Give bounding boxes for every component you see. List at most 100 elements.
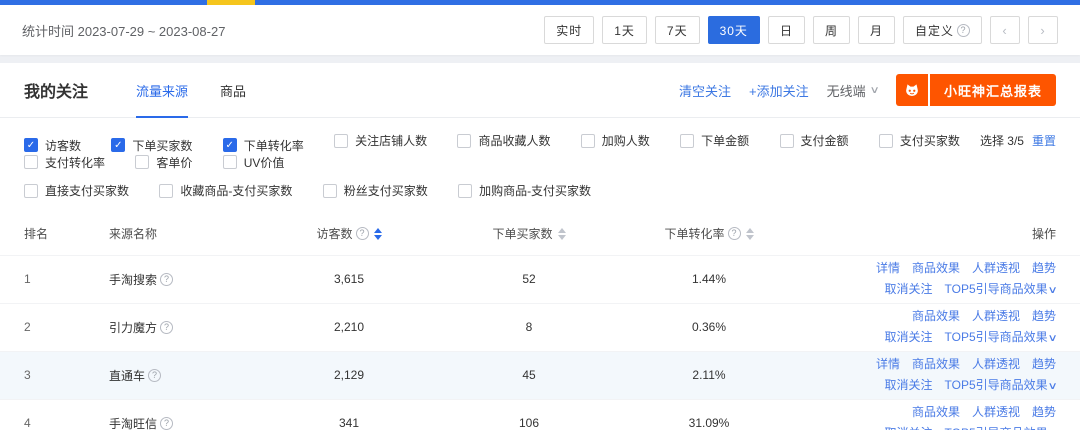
sort-icon-conversion[interactable] (746, 228, 754, 240)
period-month-button[interactable]: 月 (858, 16, 895, 44)
table-row: 1 手淘搜索? 3,615 52 1.44% 详情商品效果人群透视趋势 取消关注… (0, 255, 1080, 303)
sort-icon-buyers[interactable] (558, 228, 566, 240)
sort-icon-visitors[interactable] (374, 228, 382, 240)
checkbox-icon (24, 184, 38, 198)
metric-checkbox-shop-followers[interactable]: 关注店铺人数 (334, 132, 427, 149)
col-header-visitors[interactable]: 访客数? (259, 225, 439, 242)
product-effect-link[interactable]: 商品效果 (912, 261, 960, 275)
chevron-down-icon: ∨ (869, 85, 879, 96)
trend-link[interactable]: 趋势 (1032, 405, 1056, 419)
unfollow-link[interactable]: 取消关注 (885, 282, 933, 296)
period-realtime-button[interactable]: 实时 (544, 16, 594, 44)
audience-insight-link[interactable]: 人群透视 (972, 309, 1020, 323)
source-cell: 直通车? (109, 367, 259, 384)
top-strip-indicator (207, 0, 255, 5)
checkbox-icon (780, 134, 794, 148)
period-30day-button[interactable]: 30天 (708, 16, 760, 44)
table-row: 2 引力魔方? 2,210 8 0.36% 商品效果人群透视趋势 取消关注TOP… (0, 303, 1080, 351)
tab-products[interactable]: 商品 (220, 63, 246, 118)
checkbox-icon (334, 134, 348, 148)
actions-cell: 详情商品效果人群透视趋势 取消关注 TOP5引导商品效果∨ (799, 258, 1056, 301)
metric-checkbox-order-buyers[interactable]: ✓下单买家数 (111, 137, 192, 154)
terminal-label: 无线端 (827, 81, 866, 100)
metric-checkbox-visitors[interactable]: ✓访客数 (24, 137, 81, 154)
trend-link[interactable]: 趋势 (1032, 357, 1056, 371)
checkbox-icon (135, 155, 149, 169)
visitors-cell: 2,210 (259, 320, 439, 334)
metric-checkbox-direct-pay-buyers[interactable]: 直接支付买家数 (24, 182, 129, 199)
col-header-source: 来源名称 (109, 225, 259, 242)
product-effect-link[interactable]: 商品效果 (912, 405, 960, 419)
add-focus-link[interactable]: +添加关注 (749, 81, 809, 100)
prev-period-button[interactable]: ‹ (990, 16, 1020, 44)
period-custom-label: 自定义 (915, 22, 954, 39)
col-header-conversion[interactable]: 下单转化率? (619, 225, 799, 242)
visitors-cell: 2,129 (259, 368, 439, 382)
audience-insight-link[interactable]: 人群透视 (972, 261, 1020, 275)
audience-insight-link[interactable]: 人群透视 (972, 405, 1020, 419)
metric-checkbox-cart-adders[interactable]: 加购人数 (581, 132, 650, 149)
rank-cell: 4 (24, 416, 109, 430)
audience-insight-link[interactable]: 人群透视 (972, 357, 1020, 371)
metric-checkbox-pay-buyers[interactable]: 支付买家数 (879, 132, 960, 149)
col-header-rank: 排名 (24, 225, 109, 242)
help-icon: ? (957, 24, 970, 37)
conversion-cell: 0.36% (619, 320, 799, 334)
metric-checkbox-pay-conversion[interactable]: 支付转化率 (24, 154, 105, 171)
top5-product-effect-link[interactable]: TOP5引导商品效果∨ (945, 330, 1056, 344)
metric-checkbox-collect-pay-buyers[interactable]: 收藏商品-支付买家数 (159, 182, 292, 199)
product-effect-link[interactable]: 商品效果 (912, 309, 960, 323)
checkbox-checked-icon: ✓ (24, 138, 38, 152)
checkbox-icon (457, 134, 471, 148)
summary-report-label: 小旺神汇总报表 (930, 74, 1056, 106)
tab-traffic-source[interactable]: 流量来源 (136, 63, 188, 118)
table-row: 3 直通车? 2,129 45 2.11% 详情商品效果人群透视趋势 取消关注T… (0, 351, 1080, 399)
metric-checkbox-item-collectors[interactable]: 商品收藏人数 (457, 132, 550, 149)
rank-cell: 3 (24, 368, 109, 382)
next-period-button[interactable]: › (1028, 16, 1058, 44)
metric-checkbox-fans-pay-buyers[interactable]: 粉丝支付买家数 (323, 182, 428, 199)
trend-link[interactable]: 趋势 (1032, 309, 1056, 323)
checkbox-icon (879, 134, 893, 148)
help-icon: ? (160, 321, 173, 334)
period-1day-button[interactable]: 1天 (602, 16, 647, 44)
visitors-cell: 3,615 (259, 272, 439, 286)
help-icon: ? (148, 369, 161, 382)
metric-checkbox-avg-order-value[interactable]: 客单价 (135, 154, 192, 171)
actions-cell: 详情商品效果人群透视趋势 取消关注 TOP5引导商品效果∨ (799, 354, 1056, 397)
top-progress-strip (0, 0, 1080, 5)
metric-checkbox-uv-value[interactable]: UV价值 (223, 154, 285, 171)
checkbox-icon (581, 134, 595, 148)
clear-focus-link[interactable]: 清空关注 (679, 81, 731, 100)
card-header: 我的关注 流量来源 商品 清空关注 +添加关注 无线端∨ 小旺神汇总报表 (0, 63, 1080, 118)
detail-link[interactable]: 详情 (876, 357, 900, 371)
metric-checkbox-cart-pay-buyers[interactable]: 加购商品-支付买家数 (458, 182, 591, 199)
top5-product-effect-link[interactable]: TOP5引导商品效果∨ (945, 378, 1056, 392)
col-header-buyers[interactable]: 下单买家数 (439, 225, 619, 242)
top5-product-effect-link[interactable]: TOP5引导商品效果∨ (945, 426, 1056, 430)
metric-checkbox-order-conversion[interactable]: ✓下单转化率 (223, 137, 304, 154)
terminal-dropdown[interactable]: 无线端∨ (827, 81, 878, 100)
period-7day-button[interactable]: 7天 (655, 16, 700, 44)
product-effect-link[interactable]: 商品效果 (912, 357, 960, 371)
actions-cell: 商品效果人群透视趋势 取消关注 TOP5引导商品效果∨ (799, 306, 1056, 349)
visitors-cell: 341 (259, 416, 439, 430)
unfollow-link[interactable]: 取消关注 (885, 426, 933, 430)
buyers-cell: 45 (439, 368, 619, 382)
metric-checkbox-order-amount[interactable]: 下单金额 (680, 132, 749, 149)
summary-report-button[interactable]: 小旺神汇总报表 (896, 74, 1056, 106)
trend-link[interactable]: 趋势 (1032, 261, 1056, 275)
reset-link[interactable]: 重置 (1032, 134, 1056, 148)
metric-checkbox-row-2: 直接支付买家数 收藏商品-支付买家数 粉丝支付买家数 加购商品-支付买家数 (0, 172, 1080, 207)
unfollow-link[interactable]: 取消关注 (885, 378, 933, 392)
period-week-button[interactable]: 周 (813, 16, 850, 44)
unfollow-link[interactable]: 取消关注 (885, 330, 933, 344)
period-custom-button[interactable]: 自定义? (903, 16, 982, 44)
checkbox-icon (458, 184, 472, 198)
chevron-down-icon: ∨ (1047, 424, 1057, 430)
period-day-button[interactable]: 日 (768, 16, 805, 44)
time-toolbar: 统计时间 2023-07-29 ~ 2023-08-27 实时 1天 7天 30… (0, 5, 1080, 55)
top5-product-effect-link[interactable]: TOP5引导商品效果∨ (945, 282, 1056, 296)
detail-link[interactable]: 详情 (876, 261, 900, 275)
metric-checkbox-pay-amount[interactable]: 支付金额 (780, 132, 849, 149)
